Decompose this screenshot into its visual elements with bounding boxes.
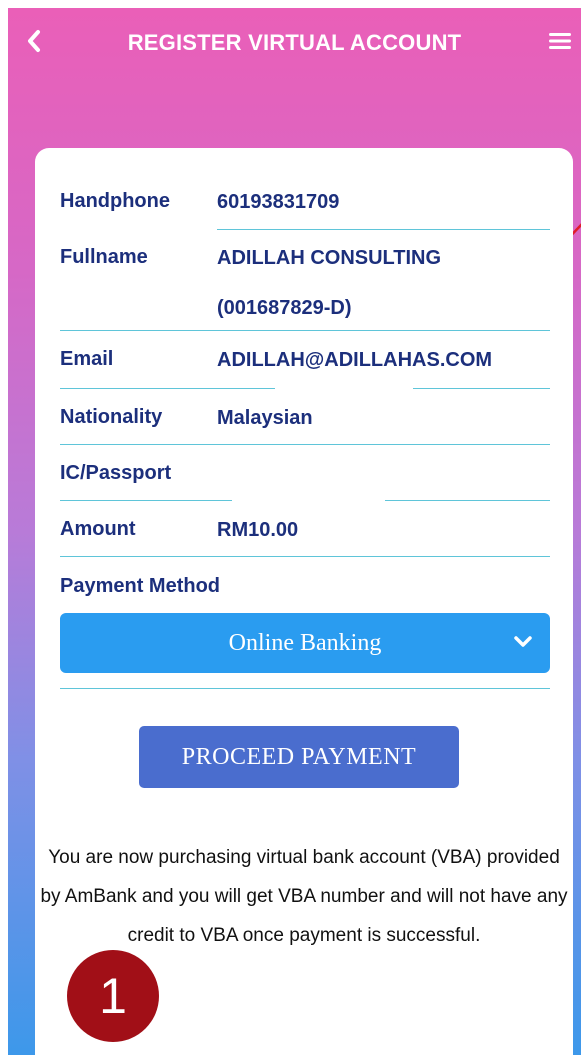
amount-row: Amount RM10.00 [60, 502, 550, 555]
handphone-row: Handphone 60193831709 [60, 176, 550, 229]
step-number-badge: 1 [67, 950, 159, 1042]
email-label: Email [60, 348, 114, 370]
fullname-row: Fullname ADILLAH CONSULTING (001687829-D… [60, 230, 550, 330]
hamburger-menu-icon [549, 33, 571, 49]
nationality-underline [60, 444, 550, 445]
ic-passport-underline-right [385, 500, 550, 501]
menu-button[interactable] [547, 28, 573, 54]
email-underline-right [413, 388, 550, 389]
nationality-row: Nationality Malaysian [60, 390, 550, 443]
payment-method-row: Payment Method [60, 560, 550, 600]
ic-passport-row: IC/Passport [60, 446, 550, 499]
amount-value: RM10.00 [217, 519, 299, 541]
ic-passport-underline-left [60, 500, 232, 501]
chevron-down-icon [514, 636, 532, 647]
payment-method-label: Payment Method [60, 575, 221, 597]
ic-passport-label: IC/Passport [60, 462, 172, 484]
payment-method-select[interactable]: Online Banking [60, 613, 550, 673]
amount-label: Amount [60, 518, 136, 540]
payment-method-underline [60, 688, 550, 689]
fullname-value-line1: ADILLAH CONSULTING [217, 247, 442, 269]
nationality-label: Nationality [60, 406, 163, 428]
email-underline-left [60, 388, 275, 389]
fullname-value-line2: (001687829-D) [217, 297, 352, 319]
email-value: ADILLAH@ADILLAHAS.COM [217, 349, 493, 371]
app-screen: REGISTER VIRTUAL ACCOUNT Handphone 60193… [8, 8, 581, 1055]
proceed-payment-button[interactable]: PROCEED PAYMENT [139, 726, 459, 788]
handphone-value: 60193831709 [217, 191, 340, 213]
fullname-label: Fullname [60, 246, 148, 268]
payment-method-selected: Online Banking [228, 629, 382, 656]
handphone-label: Handphone [60, 190, 170, 212]
amount-underline [60, 556, 550, 557]
page-title: REGISTER VIRTUAL ACCOUNT [127, 30, 462, 55]
register-form-card: Handphone 60193831709 Fullname ADILLAH C… [35, 148, 573, 1055]
header-bar: REGISTER VIRTUAL ACCOUNT [8, 8, 581, 78]
fullname-underline [60, 330, 550, 331]
nationality-value: Malaysian [217, 407, 313, 429]
email-row: Email ADILLAH@ADILLAHAS.COM [60, 332, 550, 385]
vba-notice-text: You are now purchasing virtual bank acco… [40, 847, 568, 946]
